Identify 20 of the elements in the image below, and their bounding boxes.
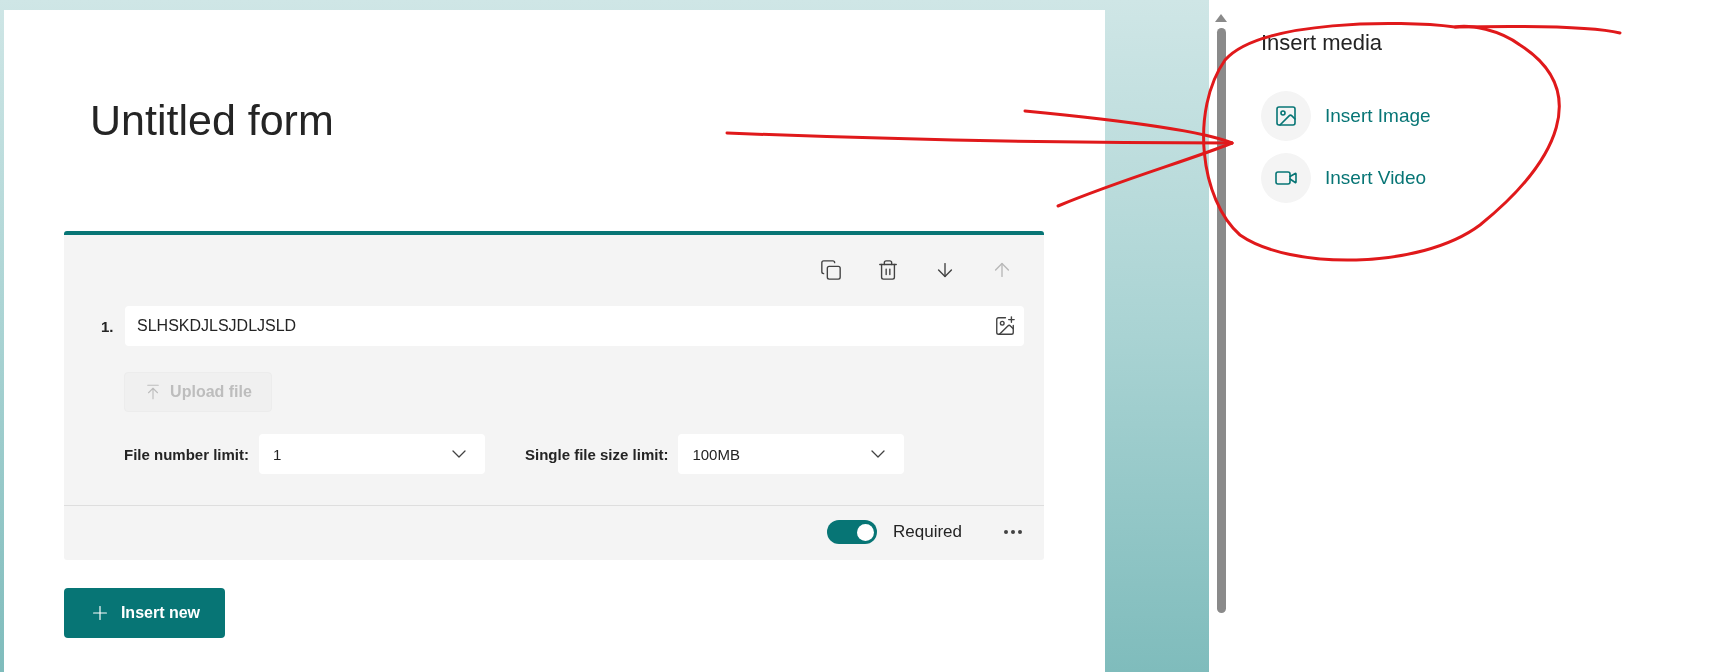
more-button[interactable]: [1004, 530, 1022, 534]
question-field[interactable]: SLHSKDJLSJDLJSLD: [125, 306, 1024, 346]
question-number: 1.: [101, 317, 115, 335]
insert-media-item[interactable]: Insert Video: [1261, 153, 1730, 203]
limit-label: Single file size limit:: [525, 445, 669, 463]
limit-dropdown[interactable]: 100MB: [678, 434, 905, 474]
scroll-up-icon[interactable]: [1215, 14, 1227, 22]
required-toggle[interactable]: [827, 520, 877, 544]
limit-label: File number limit:: [124, 445, 249, 463]
insert-new-button[interactable]: Insert new: [64, 588, 225, 638]
trash-icon: [877, 259, 899, 281]
copy-icon: [820, 259, 842, 281]
panel-title: Insert media: [1261, 30, 1384, 56]
more-icon: [1004, 530, 1022, 534]
required-label: Required: [893, 522, 962, 542]
image-icon[interactable]: [994, 315, 1016, 337]
limit-dropdown[interactable]: 1: [259, 434, 485, 474]
image-icon: [1274, 104, 1298, 128]
insert-media-item[interactable]: Insert Image: [1261, 91, 1730, 141]
form-title[interactable]: Untitled form: [90, 92, 1105, 148]
